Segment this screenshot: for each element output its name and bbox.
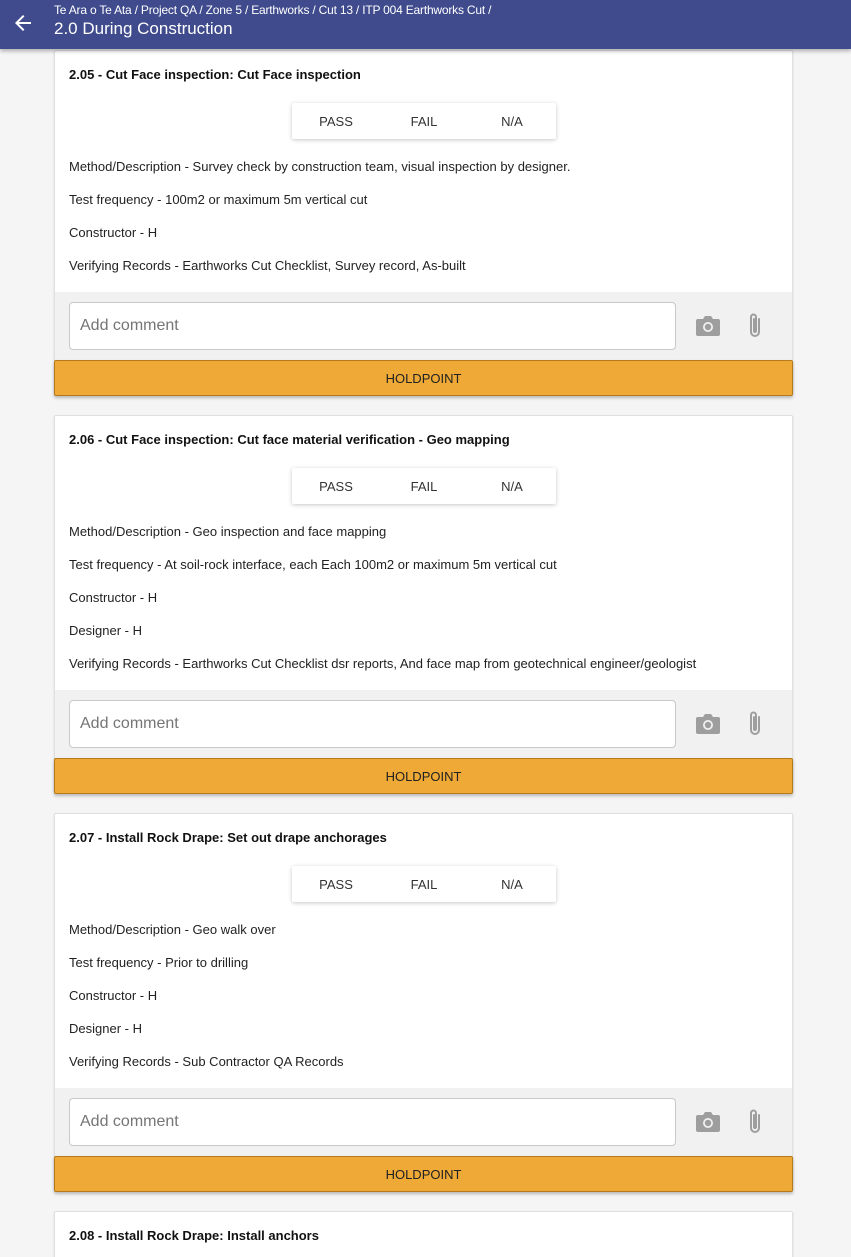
fail-button[interactable]: FAIL [380, 468, 468, 504]
fail-button[interactable]: FAIL [380, 103, 468, 139]
designer: Designer - H [69, 1021, 142, 1036]
checklist-item-2-06: 2.06 - Cut Face inspection: Cut face mat… [54, 415, 793, 794]
comment-input[interactable] [69, 700, 676, 748]
checklist-item-2-05: 2.05 - Cut Face inspection: Cut Face ins… [54, 50, 793, 396]
breadcrumb[interactable]: Te Ara o Te Ata / Project QA / Zone 5 / … [54, 3, 491, 17]
comment-area [55, 690, 792, 758]
method-description: Method/Description - Geo inspection and … [69, 524, 387, 539]
holdpoint-button[interactable]: HOLDPOINT [54, 360, 793, 396]
holdpoint-button[interactable]: HOLDPOINT [54, 758, 793, 794]
pass-button[interactable]: PASS [292, 468, 380, 504]
paperclip-icon[interactable] [745, 710, 765, 738]
item-title: 2.07 - Install Rock Drape: Set out drape… [69, 830, 387, 845]
comment-input[interactable] [69, 302, 676, 350]
na-button[interactable]: N/A [468, 103, 556, 139]
camera-icon[interactable] [695, 315, 721, 337]
result-selector: PASS FAIL N/A [292, 866, 556, 902]
item-title: 2.08 - Install Rock Drape: Install ancho… [69, 1228, 319, 1243]
na-button[interactable]: N/A [468, 866, 556, 902]
na-button[interactable]: N/A [468, 468, 556, 504]
verifying-records: Verifying Records - Sub Contractor QA Re… [69, 1054, 344, 1069]
arrow-left-icon[interactable] [11, 11, 35, 35]
constructor: Constructor - H [69, 590, 158, 605]
item-title: 2.05 - Cut Face inspection: Cut Face ins… [69, 67, 361, 82]
pass-button[interactable]: PASS [292, 866, 380, 902]
verifying-records: Verifying Records - Earthworks Cut Check… [69, 656, 697, 671]
checklist-item-2-08: 2.08 - Install Rock Drape: Install ancho… [54, 1211, 793, 1257]
method-description: Method/Description - Survey check by con… [69, 159, 571, 174]
designer: Designer - H [69, 623, 142, 638]
test-frequency: Test frequency - At soil-rock interface,… [69, 557, 557, 572]
holdpoint-button[interactable]: HOLDPOINT [54, 1156, 793, 1192]
pass-button[interactable]: PASS [292, 103, 380, 139]
comment-area [55, 1088, 792, 1156]
camera-icon[interactable] [695, 713, 721, 735]
comment-area [55, 292, 792, 360]
result-selector: PASS FAIL N/A [292, 103, 556, 139]
paperclip-icon[interactable] [745, 312, 765, 340]
test-frequency: Test frequency - Prior to drilling [69, 955, 249, 970]
result-selector: PASS FAIL N/A [292, 468, 556, 504]
comment-input[interactable] [69, 1098, 676, 1146]
constructor: Constructor - H [69, 988, 158, 1003]
constructor: Constructor - H [69, 225, 158, 240]
app-bar: Te Ara o Te Ata / Project QA / Zone 5 / … [0, 0, 851, 49]
checklist-item-2-07: 2.07 - Install Rock Drape: Set out drape… [54, 813, 793, 1192]
verifying-records: Verifying Records - Earthworks Cut Check… [69, 258, 466, 273]
camera-icon[interactable] [695, 1111, 721, 1133]
page-title: 2.0 During Construction [54, 19, 233, 38]
test-frequency: Test frequency - 100m2 or maximum 5m ver… [69, 192, 368, 207]
fail-button[interactable]: FAIL [380, 866, 468, 902]
method-description: Method/Description - Geo walk over [69, 922, 276, 937]
item-title: 2.06 - Cut Face inspection: Cut face mat… [69, 432, 510, 447]
paperclip-icon[interactable] [745, 1108, 765, 1136]
